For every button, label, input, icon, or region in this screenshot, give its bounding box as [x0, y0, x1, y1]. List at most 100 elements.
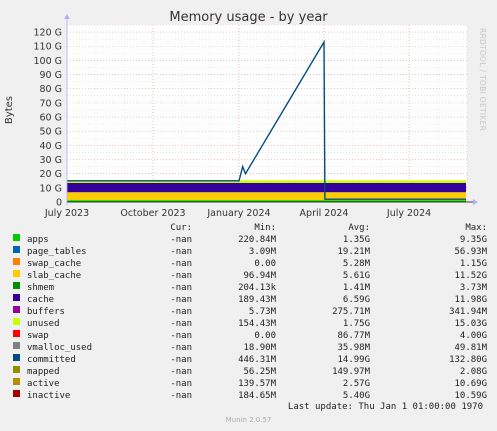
legend-header: Cur: Min: Avg: Max:: [10, 222, 490, 234]
legend-swatch: [13, 282, 20, 289]
legend-swatch: [13, 342, 20, 349]
legend-max: 10.69G: [454, 379, 487, 389]
legend-series-name: shmem: [27, 283, 55, 293]
legend-min: 96.94M: [243, 271, 276, 281]
legend-max: 2.08G: [459, 367, 487, 377]
legend-series-name: swap: [27, 331, 49, 341]
legend-swatch: [13, 270, 20, 277]
legend-series-name: page_tables: [27, 247, 87, 257]
legend-avg: 1.75G: [342, 319, 370, 329]
legend-row-cache: cache -nan 189.43M 6.59G 11.98G: [10, 294, 490, 306]
x-axis-arrow-icon: [473, 199, 478, 205]
legend-series-name: slab_cache: [27, 271, 82, 281]
legend-min: 204.13k: [238, 283, 276, 293]
legend-swatch: [13, 318, 20, 325]
area-cache: [67, 182, 467, 193]
legend-row-vmalloc_used: vmalloc_used -nan 18.90M 35.98M 49.81M: [10, 342, 490, 354]
y-tick-label: 110 G: [33, 42, 62, 53]
legend-cur: -nan: [170, 355, 192, 365]
plot-background: [67, 25, 467, 202]
legend-cur: -nan: [170, 343, 192, 353]
legend-min: 189.43M: [238, 295, 276, 305]
y-tick-label: 10 G: [40, 183, 62, 194]
legend-max: 11.52G: [454, 271, 487, 281]
legend-swatch: [13, 354, 20, 361]
y-tick-label: 100 G: [33, 56, 62, 67]
legend-series-name: buffers: [27, 307, 65, 317]
y-tick-label: 0: [56, 198, 62, 209]
legend-min: 220.84M: [238, 235, 276, 245]
legend-row-active: active -nan 139.57M 2.57G 10.69G: [10, 378, 490, 390]
legend-max: 132.80G: [449, 355, 487, 365]
legend-min: 18.90M: [243, 343, 276, 353]
legend-max: 4.00G: [459, 331, 487, 341]
legend-swatch: [13, 378, 20, 385]
legend-swatch: [13, 294, 20, 301]
legend-max: 11.98G: [454, 295, 487, 305]
legend-header-min: Min:: [254, 223, 276, 233]
legend-avg: 1.41M: [342, 283, 370, 293]
x-tick-label: January 2024: [206, 208, 270, 219]
legend-max: 15.03G: [454, 319, 487, 329]
chart-plot: 0 10 G 20 G 30 G 40 G 50 G 60 G 70 G 80 G 90 G 100…: [33, 14, 478, 219]
x-tick-label: October 2023: [120, 208, 185, 219]
legend-avg: 275.71M: [332, 307, 370, 317]
legend-max: 3.73M: [459, 283, 487, 293]
legend-row-swap_cache: swap_cache -nan 0.00 5.28M 1.15G: [10, 258, 490, 270]
legend-cur: -nan: [170, 307, 192, 317]
legend-series-name: apps: [27, 235, 49, 245]
legend-header-max: Max:: [465, 223, 487, 233]
x-tick-label: April 2024: [300, 208, 349, 219]
legend-min: 3.09M: [248, 247, 276, 257]
legend-min: 184.65M: [238, 391, 276, 401]
legend-swatch: [13, 258, 20, 265]
legend-row-buffers: buffers -nan 5.73M 275.71M 341.94M: [10, 306, 490, 318]
legend-cur: -nan: [170, 271, 192, 281]
legend-row-slab_cache: slab_cache -nan 96.94M 5.61G 11.52G: [10, 270, 490, 282]
legend-max: 49.81M: [454, 343, 487, 353]
legend-min: 154.43M: [238, 319, 276, 329]
legend-header-avg: Avg:: [348, 223, 370, 233]
legend-avg: 35.98M: [337, 343, 370, 353]
y-tick-label: 90 G: [40, 70, 62, 81]
legend-min: 446.31M: [238, 355, 276, 365]
legend-series-name: active: [27, 379, 60, 389]
legend: Cur: Min: Avg: Max: apps -nan 220.84M 1.35G…: [10, 222, 490, 402]
legend-cur: -nan: [170, 391, 192, 401]
legend-series-name: cache: [27, 295, 55, 305]
legend-cur: -nan: [170, 319, 192, 329]
legend-series-name: vmalloc_used: [27, 343, 93, 353]
legend-swatch: [13, 306, 20, 313]
legend-swatch: [13, 366, 20, 373]
legend-max: 10.59G: [454, 391, 487, 401]
y-tick-label: 20 G: [40, 169, 62, 180]
legend-min: 0.00: [254, 259, 276, 269]
legend-avg: 86.77M: [337, 331, 370, 341]
legend-row-unused: unused -nan 154.43M 1.75G 15.03G: [10, 318, 490, 330]
footer-version: Munin 2.0.57: [225, 416, 272, 424]
legend-swatch: [13, 234, 20, 241]
legend-max: 341.94M: [449, 307, 487, 317]
y-tick-label: 80 G: [40, 84, 62, 95]
legend-avg: 5.28M: [342, 259, 370, 269]
legend-swatch: [13, 390, 20, 397]
legend-avg: 149.97M: [332, 367, 370, 377]
y-tick-label: 40 G: [40, 141, 62, 152]
legend-swatch: [13, 330, 20, 337]
legend-row-apps: apps -nan 220.84M 1.35G 9.35G: [10, 234, 490, 246]
legend-min: 0.00: [254, 331, 276, 341]
y-axis-arrow-icon: [64, 14, 70, 19]
legend-avg: 19.21M: [337, 247, 370, 257]
y-tick-label: 30 G: [40, 155, 62, 166]
y-tick-label: 120 G: [33, 28, 62, 39]
legend-row-swap: swap -nan 0.00 86.77M 4.00G: [10, 330, 490, 342]
legend-row-mapped: mapped -nan 56.25M 149.97M 2.08G: [10, 366, 490, 378]
legend-max: 1.15G: [459, 259, 487, 269]
legend-series-name: inactive: [27, 391, 71, 401]
last-update: Last update: Thu Jan 1 01:00:00 1970: [287, 402, 483, 412]
y-tick-label: 60 G: [40, 113, 62, 124]
y-tick-label: 70 G: [40, 98, 62, 109]
legend-cur: -nan: [170, 367, 192, 377]
legend-row-shmem: shmem -nan 204.13k 1.41M 3.73M: [10, 282, 490, 294]
legend-max: 9.35G: [459, 235, 487, 245]
